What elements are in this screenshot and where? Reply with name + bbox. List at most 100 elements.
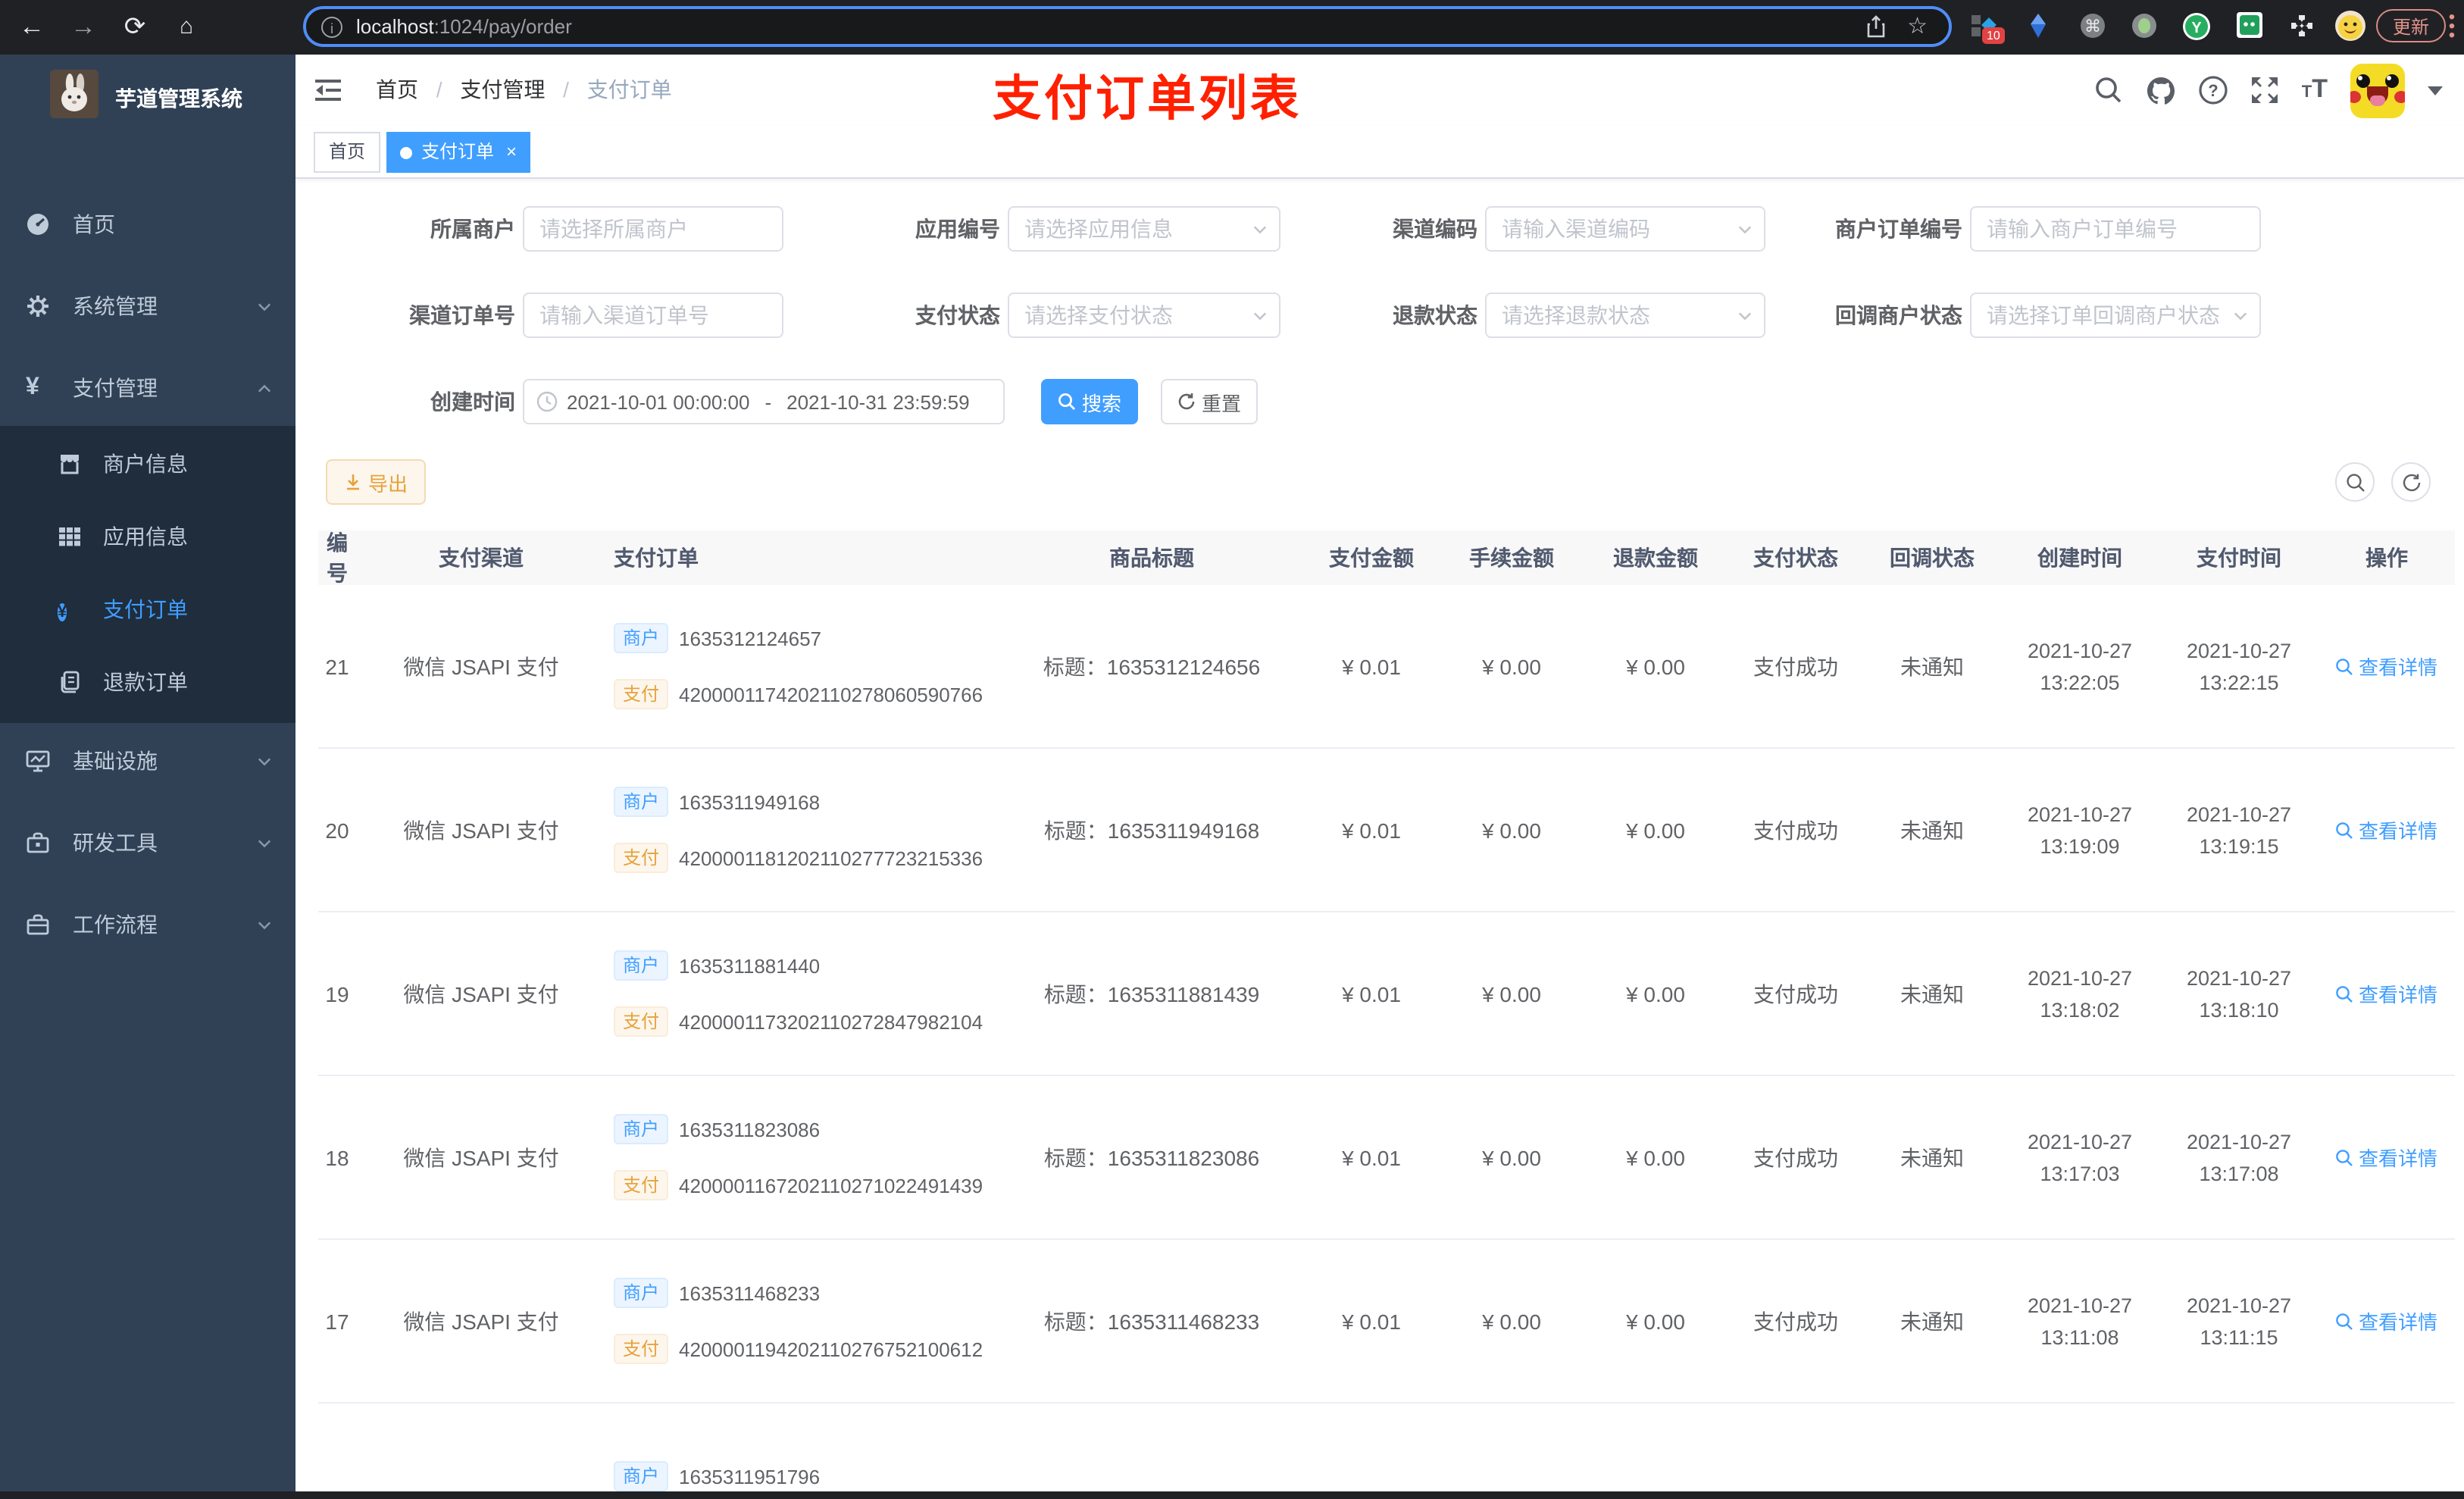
tab-pay-order[interactable]: 支付订单 × (386, 132, 531, 173)
merchant-tag: 商户 (614, 787, 669, 817)
breadcrumb-home[interactable]: 首页 (376, 77, 418, 102)
merchant-order-no-input[interactable] (1970, 206, 2261, 252)
col-actions: 操作 (2366, 546, 2408, 570)
sidebar-item-refund-order[interactable]: 退款订单 (0, 646, 295, 718)
help-icon[interactable]: ? (2199, 76, 2228, 105)
extension-chat-icon[interactable] (2237, 12, 2267, 42)
cell-channel: 微信 JSAPI 支付 (403, 818, 559, 842)
extension-command-icon[interactable]: ⌘ (2079, 12, 2109, 42)
bookmark-star-icon[interactable]: ☆ (1907, 15, 1928, 38)
browser-back-icon[interactable]: ← (12, 8, 52, 47)
pay-order-icon: ¥ (58, 603, 67, 621)
sidebar-item-payment[interactable]: ¥ 支付管理 (0, 350, 295, 426)
cell-actions: 查看详情 (2319, 585, 2455, 747)
breadcrumb-payment[interactable]: 支付管理 (460, 77, 545, 102)
cell-actions: 查看详情 (2319, 749, 2455, 911)
magnifier-icon (2337, 658, 2353, 674)
cell-id: 18 (325, 1145, 349, 1169)
sidebar-item-devtools[interactable]: 研发工具 (0, 805, 295, 881)
cell-paid: 2021-10-27 13:11:15 (2186, 1294, 2292, 1348)
notify-status-select[interactable]: 请选择订单回调商户状态 (1970, 293, 2261, 338)
cell-created: 2021-10-27 13:18:02 (2027, 966, 2133, 1021)
order-number: 1635312124657 (679, 627, 822, 649)
export-button[interactable]: 导出 (326, 459, 426, 505)
app-select[interactable]: 请选择应用信息 (1008, 206, 1280, 252)
order-no-line: 商户 1635311823086 (614, 1114, 983, 1144)
reset-button[interactable]: 重置 (1161, 379, 1258, 424)
view-detail-link[interactable]: 查看详情 (2336, 979, 2437, 1008)
sidebar-item-system[interactable]: 系统管理 (0, 268, 295, 344)
fullscreen-icon[interactable] (2250, 76, 2279, 105)
toggle-search-button[interactable] (2335, 462, 2375, 502)
browser-reload-icon[interactable]: ⟳ (115, 8, 155, 47)
search-icon (1058, 393, 1075, 410)
site-info-icon[interactable]: i (321, 16, 342, 37)
cell-pay-order: 商户 1635312124657 支付 42000011742021102780605… (606, 585, 1000, 747)
sidebar-item-workflow[interactable]: 工作流程 (0, 887, 295, 962)
sidebar-item-home[interactable]: 首页 (0, 186, 295, 262)
create-time-range-picker[interactable]: 2021-10-01 00:00:00 - 2021-10-31 23:59:5… (523, 379, 1005, 424)
app-root: ← → ⟳ ⌂ i localhost:1024/pay/order ☆ 10 … (0, 0, 2464, 1491)
refresh-table-button[interactable] (2391, 462, 2431, 502)
orders-table: 编号 支付渠道 支付订单 商品标题 支付金额 手续金额 退款金额 支付状态 回调… (318, 530, 2455, 1499)
avatar-dropdown-icon[interactable] (2428, 86, 2443, 95)
sidebar-item-app-info[interactable]: 应用信息 (0, 500, 295, 573)
col-created: 创建时间 (2037, 546, 2122, 570)
cell-amount: ¥ 0.01 (1342, 818, 1401, 842)
sidebar-fold-icon[interactable] (314, 76, 342, 105)
chevron-down-icon (258, 840, 271, 848)
channel-code-select[interactable]: 请输入渠道编码 (1485, 206, 1765, 252)
app-logo[interactable]: 芋道管理系统 (0, 64, 295, 130)
cell-refund: ¥ 0.00 (1626, 981, 1685, 1006)
github-icon[interactable] (2146, 75, 2176, 105)
tab-home[interactable]: 首页 (314, 132, 381, 173)
cell-channel: 微信 JSAPI 支付 (403, 981, 559, 1006)
browser-menu-icon[interactable]: • • • (2446, 8, 2458, 44)
table-row: 19 微信 JSAPI 支付 商户 1635311881440 支付 4200001173… (318, 912, 2455, 1076)
view-detail-link[interactable]: 查看详情 (2336, 815, 2437, 844)
refund-status-select[interactable]: 请选择退款状态 (1485, 293, 1765, 338)
extensions-puzzle-icon[interactable] (2288, 12, 2319, 42)
search-button[interactable]: 搜索 (1041, 379, 1138, 424)
filter-label-pay-status: 支付状态 (915, 303, 1000, 327)
order-no-line: 支付 4200001194202110276752100612 (614, 1334, 983, 1364)
view-detail-link[interactable]: 查看详情 (2336, 1143, 2437, 1172)
cell-amount: ¥ 0.01 (1342, 981, 1401, 1006)
pay-status-select[interactable]: 请选择支付状态 (1008, 293, 1280, 338)
sidebar-item-infra[interactable]: 基础设施 (0, 723, 295, 799)
sidebar: 芋道管理系统 首页 系统管理 ¥ 支付管理 商户信息 应用信息 ¥ 支付订单 退… (0, 55, 295, 1491)
view-detail-link[interactable]: 查看详情 (2336, 652, 2437, 681)
merchant-select[interactable] (523, 206, 783, 252)
sidebar-item-merchant-info[interactable]: 商户信息 (0, 427, 295, 500)
cell-id: 20 (325, 818, 349, 842)
cell-title: 标题：1635311949168 (1043, 818, 1260, 842)
channel-order-no-input[interactable] (523, 293, 783, 338)
pay-tag: 支付 (614, 1006, 669, 1037)
search-icon (2346, 473, 2364, 491)
extension-badge: 10 (1982, 27, 2005, 44)
order-number: 1635311823086 (679, 1118, 821, 1141)
browser-update-button[interactable]: 更新 (2376, 9, 2447, 42)
browser-home-icon[interactable]: ⌂ (167, 8, 206, 47)
extension-dot-icon[interactable] (2131, 12, 2161, 42)
view-detail-link[interactable]: 查看详情 (2336, 1307, 2437, 1335)
browser-forward-icon[interactable]: → (64, 8, 103, 47)
sidebar-item-pay-order[interactable]: ¥ 支付订单 (0, 573, 295, 646)
extension-pin-icon[interactable] (2025, 12, 2055, 42)
extension-y-icon[interactable]: Y (2182, 12, 2212, 42)
col-pay-order: 支付订单 (614, 546, 699, 570)
font-size-icon[interactable]: TT (2302, 75, 2328, 105)
header-search-icon[interactable] (2094, 76, 2123, 105)
address-bar[interactable]: i localhost:1024/pay/order ☆ (303, 6, 1952, 47)
extension-grid-icon[interactable]: 10 (1970, 12, 2005, 44)
documents-icon (61, 671, 80, 693)
user-avatar[interactable] (2350, 63, 2405, 117)
table-row-partial: 商户 1635311951796 (318, 1404, 2455, 1499)
profile-avatar-icon[interactable] (2334, 9, 2366, 41)
table-header-row: 编号 支付渠道 支付订单 商品标题 支付金额 手续金额 退款金额 支付状态 回调… (318, 530, 2455, 585)
tab-close-icon[interactable]: × (506, 132, 517, 173)
share-icon[interactable] (1865, 15, 1886, 38)
filter-label-refund-status: 退款状态 (1393, 303, 1477, 327)
svg-text:⌘: ⌘ (2084, 17, 2101, 36)
pay-tag: 支付 (614, 843, 669, 873)
